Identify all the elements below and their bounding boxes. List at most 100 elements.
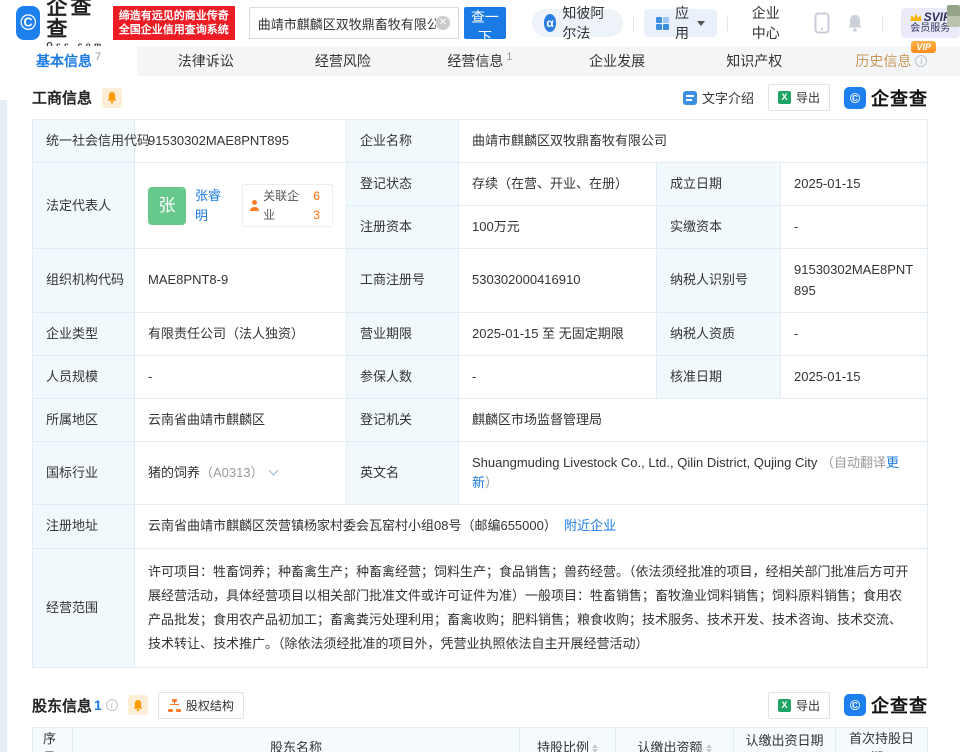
col-header-name: 股东名称 [73, 727, 520, 752]
col-header-first-date[interactable]: 首次持股日期 [836, 727, 928, 752]
export-button[interactable]: X 导出 [768, 84, 830, 111]
text-intro-label: 文字介绍 [702, 88, 754, 107]
table-row: 法定代表人 张 张睿明 关联企业 63 登记状态 存续（在营、开业、在册） 成立… [33, 163, 928, 206]
excel-icon: X [778, 91, 791, 104]
field-label-scope: 经营范围 [33, 548, 135, 667]
tab-count: 1 [506, 51, 512, 63]
nearby-companies-link[interactable]: 附近企业 [564, 518, 616, 533]
tab-count: 7 [95, 51, 101, 63]
industry-name: 猪的饲养 [148, 465, 200, 480]
tab-basic-info[interactable]: 基本信息 7 [0, 46, 137, 76]
field-label-reg-status: 登记状态 [347, 163, 459, 206]
monitor-bell-icon[interactable] [102, 88, 122, 108]
translate-note: （自动翻译 [821, 455, 886, 470]
field-value-staff-size: - [135, 355, 347, 398]
slogan-line2: 全国企业信用查询系统 [119, 23, 229, 37]
qcc-logo-icon[interactable]: © [16, 6, 40, 40]
col-label: 首次持股日期 [849, 731, 914, 752]
field-label-reg-no: 工商注册号 [347, 249, 459, 312]
text-intro-icon [683, 91, 697, 105]
qcc-watermark: © 企查查 [844, 692, 928, 718]
tab-operating-risk[interactable]: 经营风险 [274, 46, 411, 76]
info-icon[interactable]: i [106, 699, 118, 711]
table-row: 国标行业 猪的饲养（A0313） 英文名 Shuangmuding Livest… [33, 442, 928, 505]
related-count: 63 [313, 187, 326, 224]
related-companies-badge[interactable]: 关联企业 63 [242, 184, 333, 227]
section-title: 工商信息 [32, 87, 92, 108]
field-value-en-name: Shuangmuding Livestock Co., Ltd., Qilin … [459, 442, 928, 505]
field-value-industry: 猪的饲养（A0313） [135, 442, 347, 505]
brand-slogan: 缔造有远见的商业传奇 全国企业信用查询系统 [113, 6, 235, 40]
field-value-term: 2025-01-15 至 无固定期限 [459, 312, 657, 355]
zhibi-alpha-button[interactable]: α 知彼阿尔法 [532, 9, 624, 37]
qcc-logo[interactable]: 企查查 Qcc.com [46, 0, 104, 50]
field-value-est-date: 2025-01-15 [781, 163, 928, 206]
col-label: 持股比例 [537, 740, 589, 752]
tab-intellectual-property[interactable]: 知识产权 [686, 46, 823, 76]
col-label: 认缴出资额 [637, 740, 702, 752]
tab-company-development[interactable]: 企业发展 [549, 46, 686, 76]
field-label-address: 注册地址 [33, 505, 135, 548]
search-input[interactable] [258, 16, 436, 31]
clear-search-icon[interactable]: ✕ [436, 16, 450, 30]
table-row: 所属地区 云南省曲靖市麒麟区 登记机关 麒麟区市场监督管理局 [33, 398, 928, 441]
zhibi-alpha-icon: α [544, 14, 557, 32]
search-button[interactable]: 查一下 [464, 7, 506, 39]
sort-icon[interactable] [592, 744, 598, 752]
field-value-org-code: MAE8PNT8-9 [135, 249, 347, 312]
export-label: 导出 [796, 89, 820, 106]
tab-label: 法律诉讼 [178, 51, 234, 71]
field-value-paid-capital: - [781, 206, 928, 249]
qcc-watermark-text: 企查查 [871, 85, 928, 111]
info-icon[interactable]: i [915, 55, 927, 67]
tab-label: 基本信息 [36, 51, 92, 71]
field-value-scope: 许可项目：牲畜饲养；种畜禽生产；种畜禽经营；饲料生产；食品销售；兽药经营。（依法… [135, 548, 928, 667]
table-header-row: 序号 股东名称 持股比例 认缴出资额 认缴出资日期 首次持股日期 [33, 727, 928, 752]
field-value-reg-capital: 100万元 [459, 206, 657, 249]
notification-bell-icon[interactable] [846, 13, 864, 33]
field-label-reg-capital: 注册资本 [347, 206, 459, 249]
tab-legal-litigation[interactable]: 法律诉讼 [137, 46, 274, 76]
business-info-table: 统一社会信用代码 91530302MAE8PNT895 企业名称 曲靖市麒麟区双… [32, 119, 928, 668]
field-value-address: 云南省曲靖市麒麟区茨营镇杨家村委会瓦窑村小组08号（邮编655000） 附近企业 [135, 505, 928, 548]
english-name: Shuangmuding Livestock Co., Ltd., Qilin … [472, 455, 817, 470]
chevron-down-icon [697, 21, 705, 26]
col-header-amount[interactable]: 认缴出资额 [616, 727, 734, 752]
legal-rep-avatar[interactable]: 张 [148, 187, 186, 225]
chevron-down-icon[interactable] [268, 466, 278, 476]
table-row: 组织机构代码 MAE8PNT8-9 工商注册号 530302000416910 … [33, 249, 928, 312]
export-label: 导出 [796, 697, 820, 714]
field-value-company-type: 有限责任公司（法人独资） [135, 312, 347, 355]
field-value-region: 云南省曲靖市麒麟区 [135, 398, 347, 441]
equity-structure-button[interactable]: 股权结构 [158, 692, 244, 719]
field-label-industry: 国标行业 [33, 442, 135, 505]
monitor-bell-icon[interactable] [128, 695, 148, 715]
zhibi-alpha-label: 知彼阿尔法 [562, 3, 611, 43]
field-label-est-date: 成立日期 [657, 163, 781, 206]
tab-label: 历史信息 [855, 51, 911, 71]
field-label-authority: 登记机关 [347, 398, 459, 441]
apps-menu-button[interactable]: 应用 [644, 9, 717, 37]
qcc-watermark-icon: © [844, 694, 866, 716]
tab-operating-info[interactable]: 经营信息 1 [411, 46, 548, 76]
field-label-org-code: 组织机构代码 [33, 249, 135, 312]
mobile-app-icon[interactable] [814, 12, 830, 34]
sort-icon[interactable] [706, 744, 712, 752]
related-label: 关联企业 [263, 187, 309, 224]
field-value-company-name: 曲靖市麒麟区双牧鼎畜牧有限公司 [459, 120, 928, 163]
tab-history-info[interactable]: VIP 历史信息 i [823, 46, 960, 76]
enterprise-center-link[interactable]: 企业中心 [752, 3, 792, 43]
legal-rep-name-link[interactable]: 张睿明 [195, 186, 233, 226]
qcc-watermark: © 企查查 [844, 85, 928, 111]
text-intro-button[interactable]: 文字介绍 [683, 88, 754, 107]
section-title: 股东信息 [32, 695, 92, 716]
export-button[interactable]: X 导出 [768, 692, 830, 719]
field-label-paid-capital: 实缴资本 [657, 206, 781, 249]
col-header-ratio[interactable]: 持股比例 [520, 727, 616, 752]
logo-text: 企查查 [46, 0, 104, 41]
col-header-date[interactable]: 认缴出资日期 [734, 727, 836, 752]
field-value-credit-code: 91530302MAE8PNT895 [135, 120, 347, 163]
search-box[interactable]: ✕ [249, 7, 459, 39]
qcc-watermark-icon: © [844, 87, 866, 109]
left-edge-strip [0, 100, 7, 752]
